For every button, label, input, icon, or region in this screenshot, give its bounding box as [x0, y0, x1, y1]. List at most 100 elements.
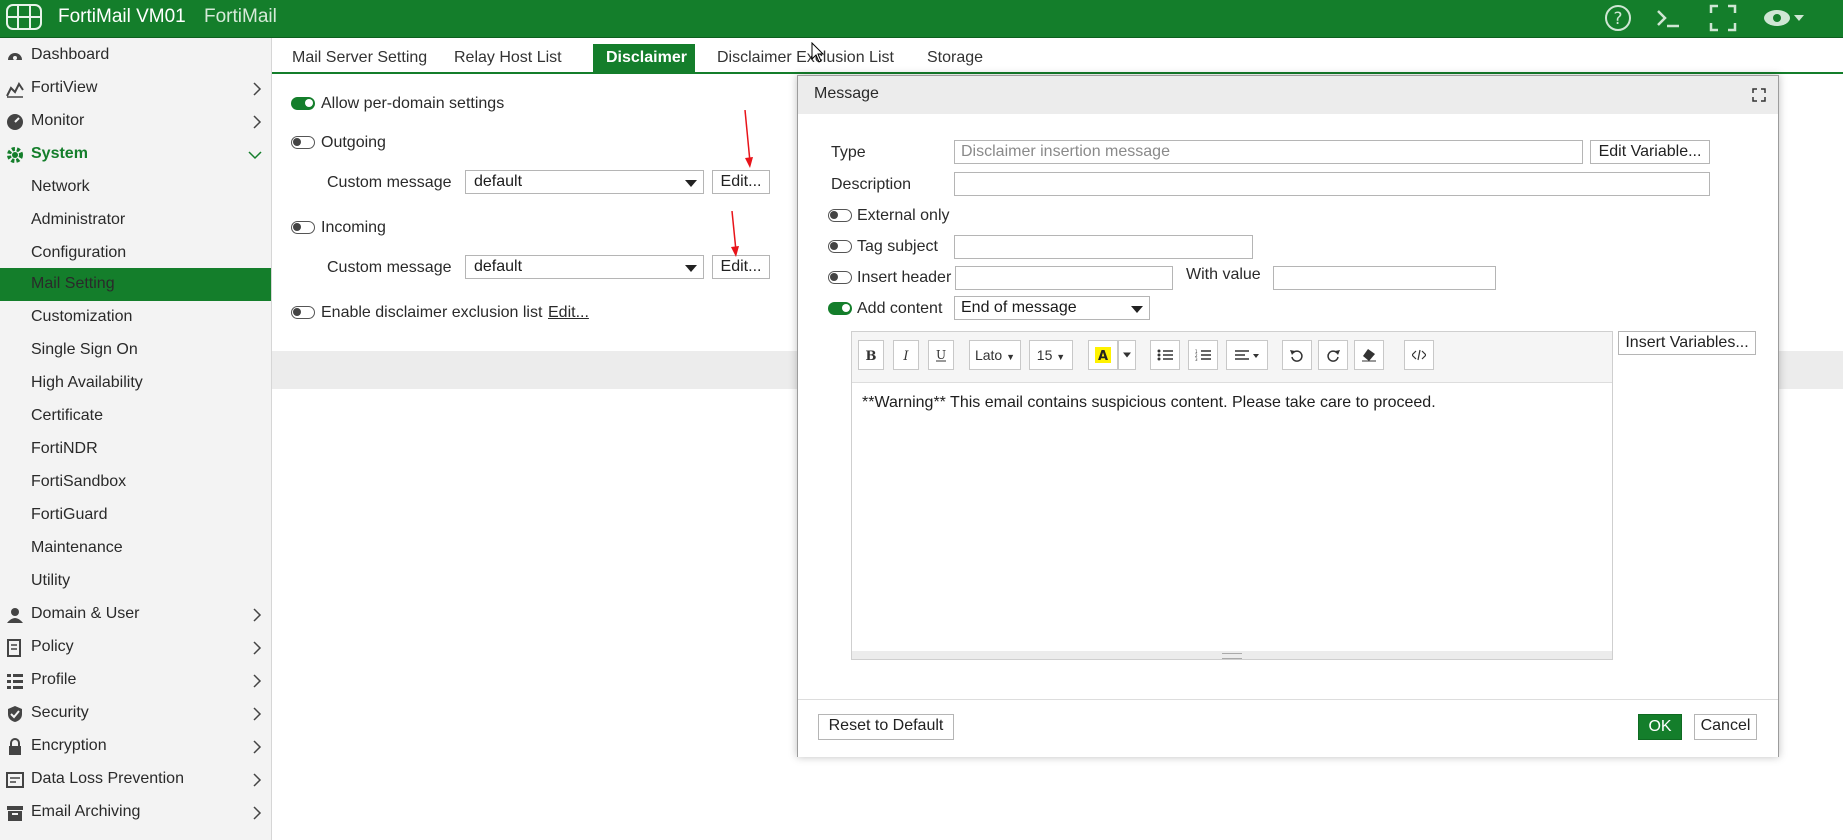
- incoming-custom-message-label: Custom message: [327, 259, 452, 276]
- grid-icon[interactable]: [6, 4, 42, 30]
- svg-text:A: A: [1098, 349, 1108, 363]
- add-content-toggle[interactable]: [828, 302, 852, 315]
- tag-subject-toggle[interactable]: [828, 240, 852, 253]
- caret-down-icon: [685, 265, 697, 272]
- cli-console-icon[interactable]: [1652, 2, 1684, 34]
- type-field[interactable]: Disclaimer insertion message: [954, 140, 1583, 164]
- redo-icon: [1327, 350, 1340, 362]
- sidebar-subitem-fortiguard[interactable]: FortiGuard: [0, 499, 271, 532]
- sidebar-item-label: Data Loss Prevention: [31, 770, 184, 787]
- underline-button[interactable]: U: [928, 340, 954, 370]
- app-subtitle: FortiMail: [204, 6, 277, 27]
- sidebar-item-policy[interactable]: Policy: [0, 631, 271, 664]
- tab-disclaimer-exclusion-list[interactable]: Disclaimer Exclusion List: [695, 44, 907, 72]
- tab-disclaimer[interactable]: Disclaimer: [593, 44, 695, 72]
- editor-content[interactable]: **Warning** This email contains suspicio…: [862, 394, 1436, 412]
- rich-text-editor: B I U Lato ▼ 15 ▼ A 12 3 **Warning** Thi…: [851, 331, 1613, 660]
- reset-to-default-button[interactable]: Reset to Default: [818, 714, 954, 740]
- outgoing-edit-button[interactable]: Edit...: [712, 170, 770, 194]
- sidebar-item-label: Profile: [31, 671, 77, 688]
- sidebar-subitem-administrator[interactable]: Administrator: [0, 204, 271, 237]
- caret-down-icon: [1131, 306, 1143, 313]
- sidebar-item-dashboard[interactable]: Dashboard: [0, 39, 271, 72]
- insert-variables-button[interactable]: Insert Variables...: [1618, 331, 1756, 355]
- sidebar-item-domain-user[interactable]: Domain & User: [0, 598, 271, 631]
- outgoing-custom-message-select[interactable]: default: [465, 170, 704, 194]
- archive-icon: [7, 806, 23, 821]
- bullet-list-button[interactable]: [1150, 340, 1180, 370]
- sidebar-subitem-utility[interactable]: Utility: [0, 565, 271, 598]
- description-label: Description: [831, 176, 912, 193]
- sidebar-item-encryption[interactable]: Encryption: [0, 730, 271, 763]
- bold-button[interactable]: B: [858, 340, 884, 370]
- clear-formatting-button[interactable]: [1354, 340, 1384, 370]
- sidebar-subitem-fortisandbox[interactable]: FortiSandbox: [0, 466, 271, 499]
- fullscreen-icon[interactable]: [1707, 2, 1739, 34]
- sidebar-subitem-customization[interactable]: Customization: [0, 301, 271, 334]
- insert-header-field[interactable]: [955, 266, 1173, 290]
- add-content-label: Add content: [857, 300, 943, 317]
- outgoing-toggle[interactable]: [291, 136, 315, 149]
- text-color-dropdown[interactable]: [1118, 340, 1136, 370]
- chevron-right-icon: [253, 806, 262, 820]
- sidebar-item-label: High Availability: [31, 374, 143, 391]
- sidebar-item-profile[interactable]: Profile: [0, 664, 271, 697]
- mouse-cursor-icon: [811, 42, 825, 63]
- italic-button[interactable]: I: [893, 340, 919, 370]
- code-view-button[interactable]: [1404, 340, 1434, 370]
- sidebar-item-fortiview[interactable]: FortiView: [0, 72, 271, 105]
- editor-resize-handle[interactable]: [852, 651, 1612, 659]
- underline-icon: U: [936, 348, 946, 362]
- sidebar-subitem-mail-setting[interactable]: Mail Setting: [0, 268, 271, 301]
- sidebar-item-label: Monitor: [31, 112, 85, 129]
- description-field[interactable]: [954, 172, 1710, 196]
- sidebar-subitem-configuration[interactable]: Configuration: [0, 237, 271, 270]
- sidebar-subitem-network[interactable]: Network: [0, 171, 271, 204]
- font-family-value: Lato: [974, 347, 1003, 363]
- sidebar-subitem-certificate[interactable]: Certificate: [0, 400, 271, 433]
- allow-per-domain-label: Allow per-domain settings: [321, 95, 505, 112]
- with-value-field[interactable]: [1273, 266, 1496, 290]
- sidebar-subitem-fortindr[interactable]: FortiNDR: [0, 433, 271, 466]
- incoming-edit-button[interactable]: Edit...: [712, 255, 770, 279]
- sidebar-item-system[interactable]: System: [0, 138, 271, 171]
- font-size-dropdown[interactable]: 15 ▼: [1029, 340, 1073, 370]
- undo-button[interactable]: [1282, 340, 1312, 370]
- tag-subject-field[interactable]: [954, 235, 1253, 259]
- sidebar-subitem-high-availability[interactable]: High Availability: [0, 367, 271, 400]
- exclusion-list-label: Enable disclaimer exclusion list: [321, 304, 543, 321]
- tab-relay-host-list[interactable]: Relay Host List: [435, 44, 572, 72]
- sidebar-item-email-archiving[interactable]: Email Archiving: [0, 796, 271, 829]
- tab-mail-server-setting[interactable]: Mail Server Setting: [272, 44, 435, 72]
- sidebar-subitem-maintenance[interactable]: Maintenance: [0, 532, 271, 565]
- help-icon[interactable]: ?: [1602, 2, 1634, 34]
- sidebar-item-security[interactable]: Security: [0, 697, 271, 730]
- incoming-toggle[interactable]: [291, 221, 315, 234]
- allow-per-domain-toggle[interactable]: [291, 97, 315, 110]
- eraser-icon: [1362, 349, 1376, 362]
- text-color-button[interactable]: A: [1088, 340, 1118, 370]
- insert-header-toggle[interactable]: [828, 271, 852, 284]
- ok-button[interactable]: OK: [1638, 714, 1682, 740]
- sidebar-item-monitor[interactable]: Monitor: [0, 105, 271, 138]
- maximize-icon[interactable]: [1752, 88, 1766, 102]
- exclusion-list-edit-link[interactable]: Edit...: [548, 304, 589, 322]
- cancel-button[interactable]: Cancel: [1694, 714, 1757, 740]
- caret-down-icon: [685, 180, 697, 187]
- exclusion-list-toggle[interactable]: [291, 306, 315, 319]
- settings-tabs: Mail Server Setting Relay Host List Disc…: [272, 44, 1843, 74]
- tab-storage[interactable]: Storage: [907, 44, 997, 72]
- incoming-custom-message-select[interactable]: default: [465, 255, 704, 279]
- font-family-dropdown[interactable]: Lato ▼: [969, 340, 1021, 370]
- external-only-toggle[interactable]: [828, 209, 852, 222]
- redo-button[interactable]: [1318, 340, 1348, 370]
- sidebar-item-data-loss-prevention[interactable]: Data Loss Prevention: [0, 763, 271, 796]
- numbered-list-button[interactable]: 123: [1188, 340, 1218, 370]
- align-dropdown[interactable]: [1226, 340, 1268, 370]
- edit-variable-button[interactable]: Edit Variable...: [1590, 140, 1710, 164]
- sidebar-item-label: Certificate: [31, 407, 104, 424]
- eye-icon[interactable]: [1762, 2, 1808, 34]
- sidebar-subitem-single-sign-on[interactable]: Single Sign On: [0, 334, 271, 367]
- add-content-position-select[interactable]: End of message: [954, 296, 1150, 320]
- sidebar: Dashboard FortiView Monitor System Netwo…: [0, 38, 272, 840]
